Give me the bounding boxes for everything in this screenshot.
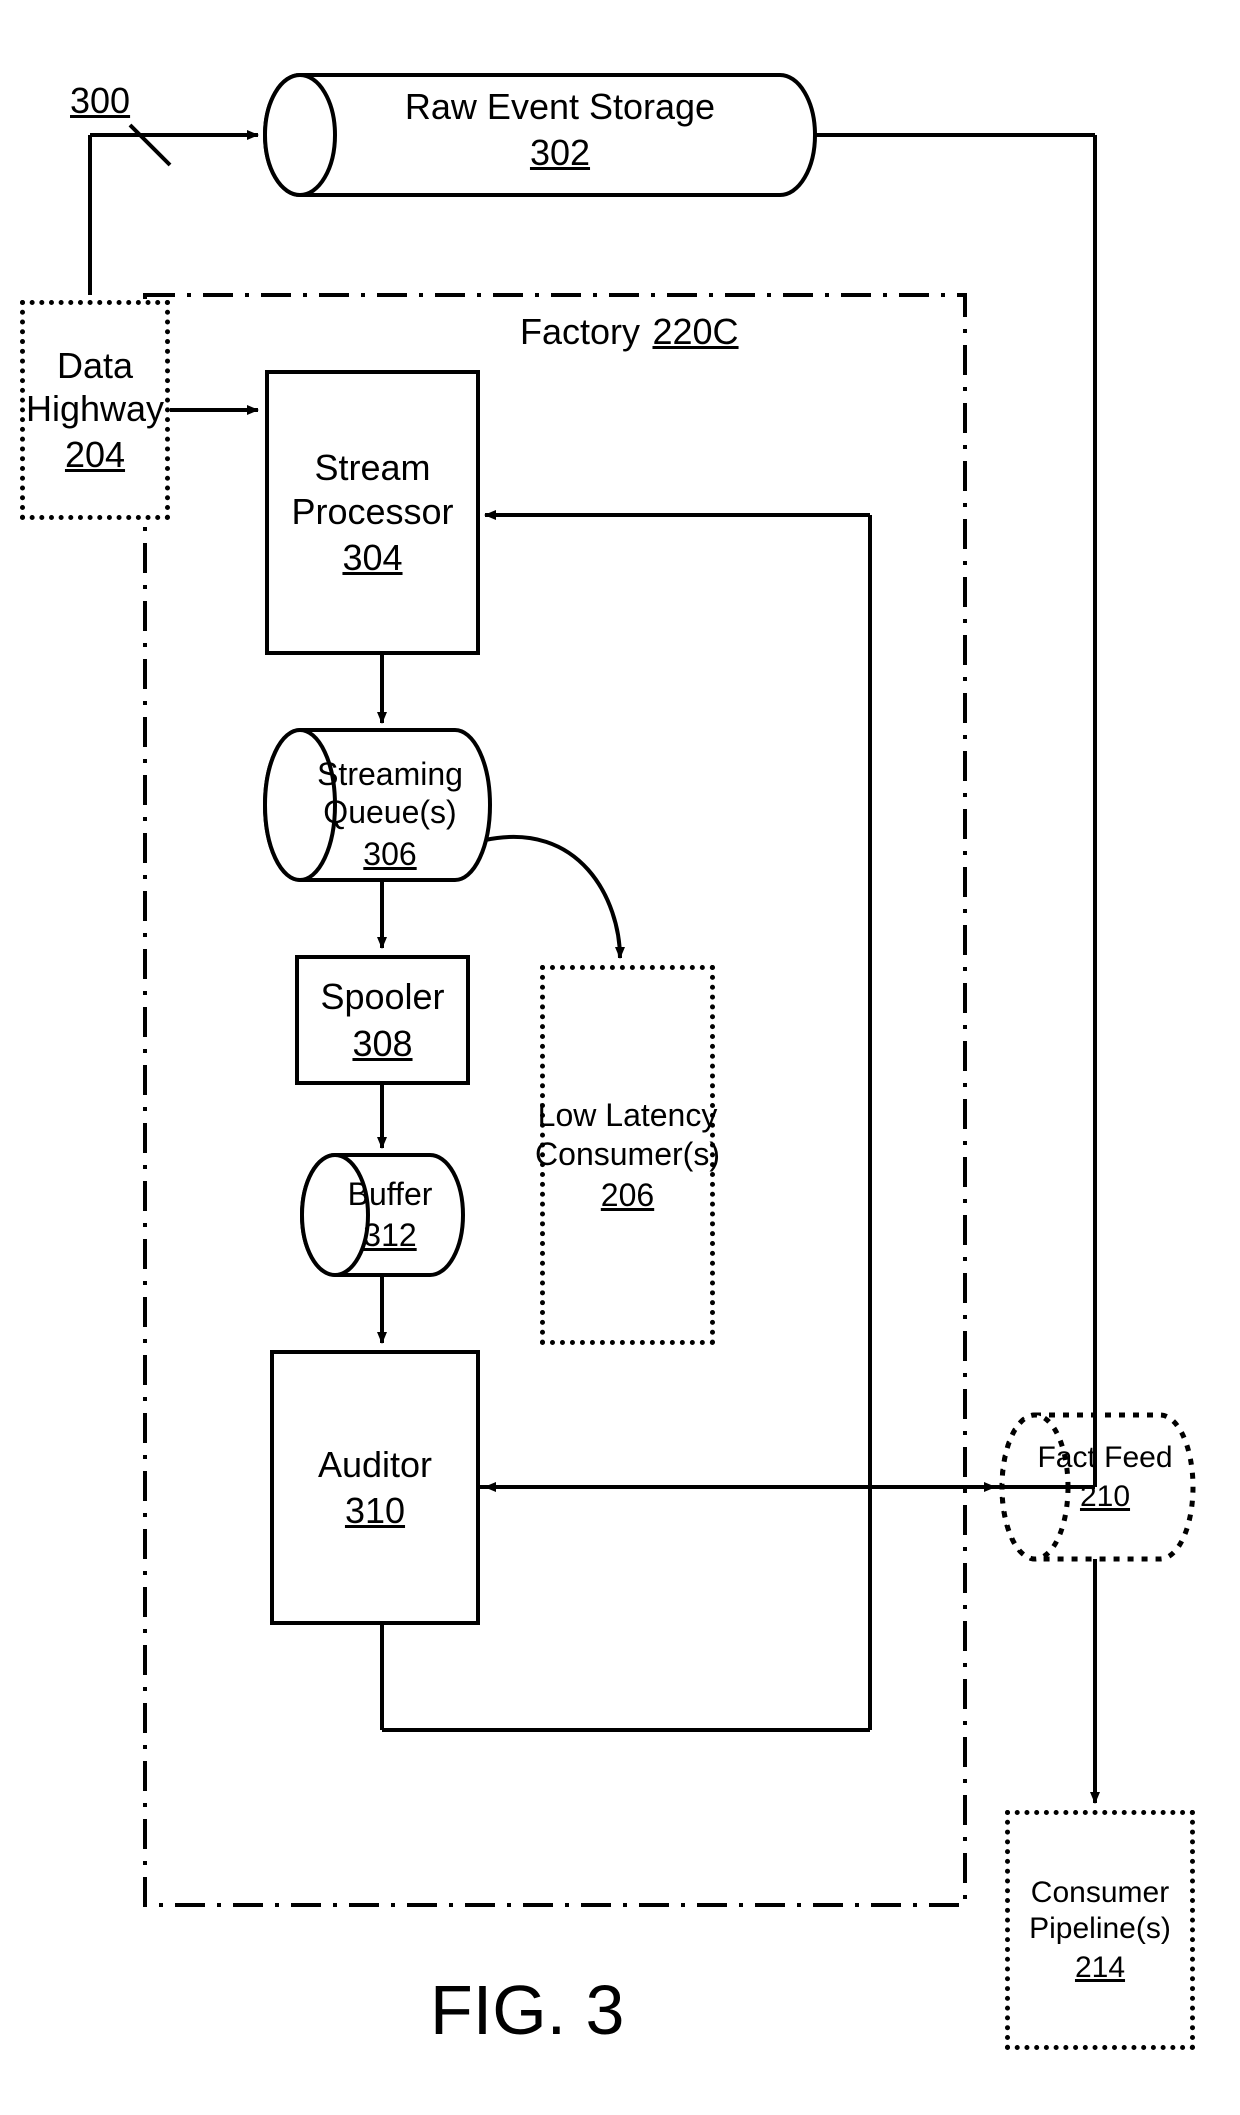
factory-text: Factory [520,311,640,352]
consumer-pipelines-text: Consumer Pipeline(s) [1010,1875,1190,1947]
raw-event-storage-text: Raw Event Storage [340,85,780,128]
factory-label-group: Factory 220C [520,310,739,353]
figure-caption: FIG. 3 [430,1970,624,2050]
factory-ref: 220C [652,311,738,352]
low-latency-consumers-box: Low Latency Consumer(s) 206 [540,965,715,1345]
spooler-ref: 308 [352,1023,412,1065]
auditor-text: Auditor [318,1443,432,1486]
fact-feed-ref: 210 [1030,1480,1180,1514]
low-latency-consumers-ref: 206 [601,1177,654,1214]
streaming-queues-text: Streaming Queue(s) [300,755,480,832]
auditor-ref: 310 [345,1490,405,1532]
buffer-text: Buffer [330,1175,450,1213]
raw-event-storage-ref: 302 [340,132,780,174]
stream-processor-text: Stream Processor [269,446,476,532]
spooler-text: Spooler [320,975,444,1018]
buffer-ref: 312 [330,1217,450,1254]
streaming-queues-ref: 306 [300,836,480,873]
consumer-pipelines-ref: 214 [1075,1951,1125,1985]
consumer-pipelines-box: Consumer Pipeline(s) 214 [1005,1810,1195,2050]
data-highway-text: Data Highway [25,344,165,430]
raw-event-storage-label: Raw Event Storage 302 [340,85,780,174]
spooler-box: Spooler 308 [295,955,470,1085]
streaming-queues-label: Streaming Queue(s) 306 [300,755,480,873]
data-highway-box: Data Highway 204 [20,300,170,520]
auditor-box: Auditor 310 [270,1350,480,1625]
fact-feed-text: Fact Feed [1030,1440,1180,1476]
buffer-label: Buffer 312 [330,1175,450,1254]
figure-ref-300: 300 [70,80,130,122]
low-latency-consumers-text: Low Latency Consumer(s) [535,1096,720,1173]
stream-processor-box: Stream Processor 304 [265,370,480,655]
stream-processor-ref: 304 [342,537,402,579]
diagram-canvas: 300 Raw Event Storage 302 Data Highway 2… [0,0,1240,2115]
fact-feed-label: Fact Feed 210 [1030,1440,1180,1514]
data-highway-ref: 204 [65,434,125,476]
